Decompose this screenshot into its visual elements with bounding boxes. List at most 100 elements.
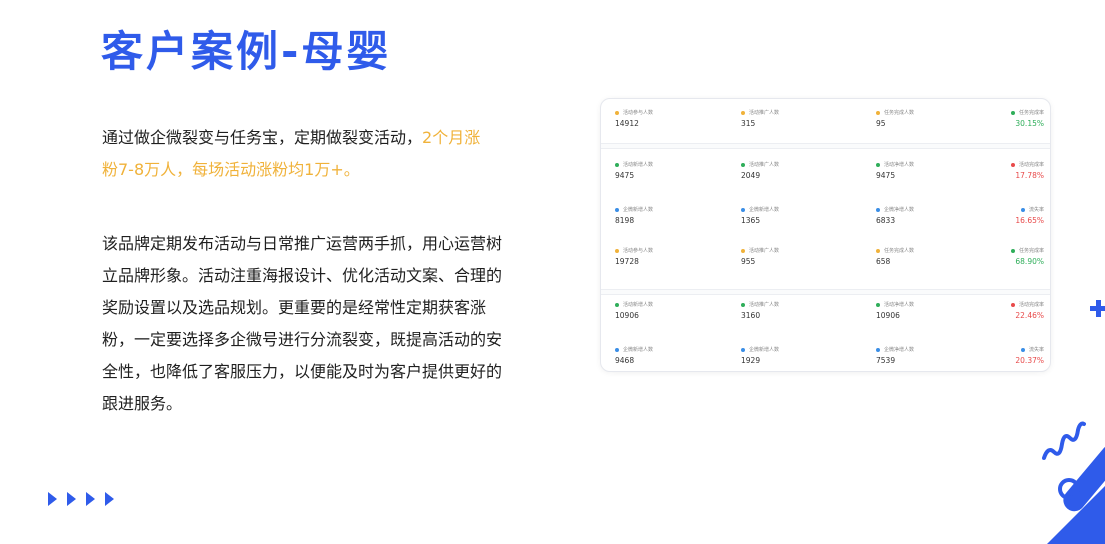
metric-label: 任务完成率 xyxy=(1010,247,1044,254)
metric-label: 活动新增人数 xyxy=(615,301,653,308)
metric-label: 活动推广人数 xyxy=(741,161,779,168)
metric-label: 企微净增人数 xyxy=(876,206,914,213)
status-dot-icon xyxy=(615,248,619,253)
metric-value: 3160 xyxy=(741,311,761,320)
status-dot-icon xyxy=(741,162,745,167)
metric-label: 活动推广人数 xyxy=(741,247,779,254)
metric-cell: 企微新增人数 8198 xyxy=(615,202,725,242)
metric-value: 68.90% xyxy=(1015,257,1044,266)
metric-label: 流失率 xyxy=(1020,206,1044,213)
status-dot-icon xyxy=(741,110,745,115)
metric-cell: 活动参与人数 19728 xyxy=(615,243,725,283)
metric-cell: 任务完成人数 95 xyxy=(876,105,986,145)
status-dot-icon xyxy=(1010,110,1015,115)
metric-value: 955 xyxy=(741,257,756,266)
metric-label: 任务完成率 xyxy=(1010,109,1044,116)
metric-cell: 活动完成率 22.46% xyxy=(999,297,1044,337)
metric-label: 企微新增人数 xyxy=(615,206,653,213)
status-dot-icon xyxy=(1020,207,1025,212)
dashboard-row: 活动新增人数 10906 活动推广人数 3160 活动净增人数 10906 活动完成率 22.… xyxy=(601,297,1050,337)
dashboard-divider xyxy=(601,289,1050,295)
status-dot-icon xyxy=(741,347,745,352)
metric-value: 30.15% xyxy=(1015,119,1044,128)
metric-label: 活动推广人数 xyxy=(741,301,779,308)
metric-value: 8198 xyxy=(615,216,635,225)
dashboard-row: 活动参与人数 14912 活动推广人数 315 任务完成人数 95 任务完成率 30.15% xyxy=(601,105,1050,145)
metric-value: 1365 xyxy=(741,216,761,225)
dashboard-screenshot: 活动参与人数 14912 活动推广人数 315 任务完成人数 95 任务完成率 30.15% 活… xyxy=(600,98,1051,372)
metric-cell: 流失率 16.65% xyxy=(999,202,1044,242)
metric-cell: 活动参与人数 14912 xyxy=(615,105,725,145)
metric-label: 企微新增人数 xyxy=(615,346,653,353)
metric-cell: 活动推广人数 955 xyxy=(741,243,851,283)
slide: 客户案例-母婴 通过做企微裂变与任务宝，定期做裂变活动，2个月涨粉7-8万人，每… xyxy=(0,0,1105,544)
status-dot-icon xyxy=(615,302,619,307)
metric-cell: 企微净增人数 7539 xyxy=(876,342,986,371)
metric-value: 6833 xyxy=(876,216,896,225)
metric-cell: 活动净增人数 10906 xyxy=(876,297,986,337)
dashboard-row: 活动新增人数 9475 活动推广人数 2049 活动净增人数 9475 活动完成率 17.78… xyxy=(601,157,1050,197)
status-dot-icon xyxy=(1020,347,1025,352)
status-dot-icon xyxy=(1010,248,1015,253)
arrow-icon xyxy=(86,492,95,506)
metric-cell: 任务完成率 30.15% xyxy=(999,105,1044,145)
metric-value: 10906 xyxy=(876,311,900,320)
metric-label: 活动参与人数 xyxy=(615,109,653,116)
detail-paragraph: 该品牌定期发布活动与日常推广运营两手抓，用心运营树立品牌形象。活动注重海报设计、… xyxy=(102,234,503,413)
plus-icon-stroke xyxy=(1096,300,1101,317)
metric-label: 任务完成人数 xyxy=(876,109,914,116)
metric-cell: 任务完成人数 658 xyxy=(876,243,986,283)
metric-value: 20.37% xyxy=(1015,356,1044,365)
status-dot-icon xyxy=(876,302,880,307)
arrow-icon xyxy=(67,492,76,506)
metric-cell: 活动新增人数 9475 xyxy=(615,157,725,197)
status-dot-icon xyxy=(615,110,619,115)
status-dot-icon xyxy=(876,207,880,212)
metric-value: 22.46% xyxy=(1015,311,1044,320)
corner-triangle xyxy=(1047,486,1105,544)
metric-value: 315 xyxy=(741,119,756,128)
metric-label: 活动新增人数 xyxy=(615,161,653,168)
status-dot-icon xyxy=(876,162,880,167)
metric-label: 活动完成率 xyxy=(1010,301,1044,308)
arrow-icon xyxy=(48,492,57,506)
squiggle-icon xyxy=(1042,421,1086,460)
metric-value: 658 xyxy=(876,257,891,266)
metric-label: 任务完成人数 xyxy=(876,247,914,254)
metric-cell: 企微净增人数 6833 xyxy=(876,202,986,242)
metric-value: 19728 xyxy=(615,257,639,266)
metric-value: 9468 xyxy=(615,356,635,365)
metric-label: 活动完成率 xyxy=(1010,161,1044,168)
metric-label: 企微净增人数 xyxy=(876,346,914,353)
metric-label: 活动净增人数 xyxy=(876,301,914,308)
status-dot-icon xyxy=(876,347,880,352)
status-dot-icon xyxy=(741,302,745,307)
arrow-decoration xyxy=(48,492,114,506)
metric-value: 16.65% xyxy=(1015,216,1044,225)
metric-label: 活动净增人数 xyxy=(876,161,914,168)
dashboard-row: 活动参与人数 19728 活动推广人数 955 任务完成人数 658 任务完成率 68.90% xyxy=(601,243,1050,283)
metric-cell: 活动推广人数 315 xyxy=(741,105,851,145)
metric-label: 企微新增人数 xyxy=(741,346,779,353)
dashboard-row: 企微新增人数 9468 企微新增人数 1929 企微净增人数 7539 流失率 20.37% xyxy=(601,342,1050,371)
arrow-icon xyxy=(105,492,114,506)
status-dot-icon xyxy=(615,162,619,167)
metric-cell: 活动净增人数 9475 xyxy=(876,157,986,197)
metric-value: 17.78% xyxy=(1015,171,1044,180)
metric-value: 2049 xyxy=(741,171,761,180)
metric-value: 10906 xyxy=(615,311,639,320)
metric-cell: 流失率 20.37% xyxy=(999,342,1044,371)
status-dot-icon xyxy=(615,207,619,212)
metric-cell: 企微新增人数 1929 xyxy=(741,342,851,371)
summary-text: 通过做企微裂变与任务宝，定期做裂变活动， xyxy=(102,128,423,147)
metric-value: 95 xyxy=(876,119,886,128)
metric-cell: 活动推广人数 3160 xyxy=(741,297,851,337)
summary-paragraph: 通过做企微裂变与任务宝，定期做裂变活动，2个月涨粉7-8万人，每场活动涨粉均1万… xyxy=(102,122,492,186)
metric-cell: 企微新增人数 1365 xyxy=(741,202,851,242)
metric-label: 活动参与人数 xyxy=(615,247,653,254)
page-title: 客户案例-母婴 xyxy=(101,27,392,76)
metric-value: 1929 xyxy=(741,356,761,365)
status-dot-icon xyxy=(741,248,745,253)
status-dot-icon xyxy=(615,347,619,352)
status-dot-icon xyxy=(1010,162,1015,167)
